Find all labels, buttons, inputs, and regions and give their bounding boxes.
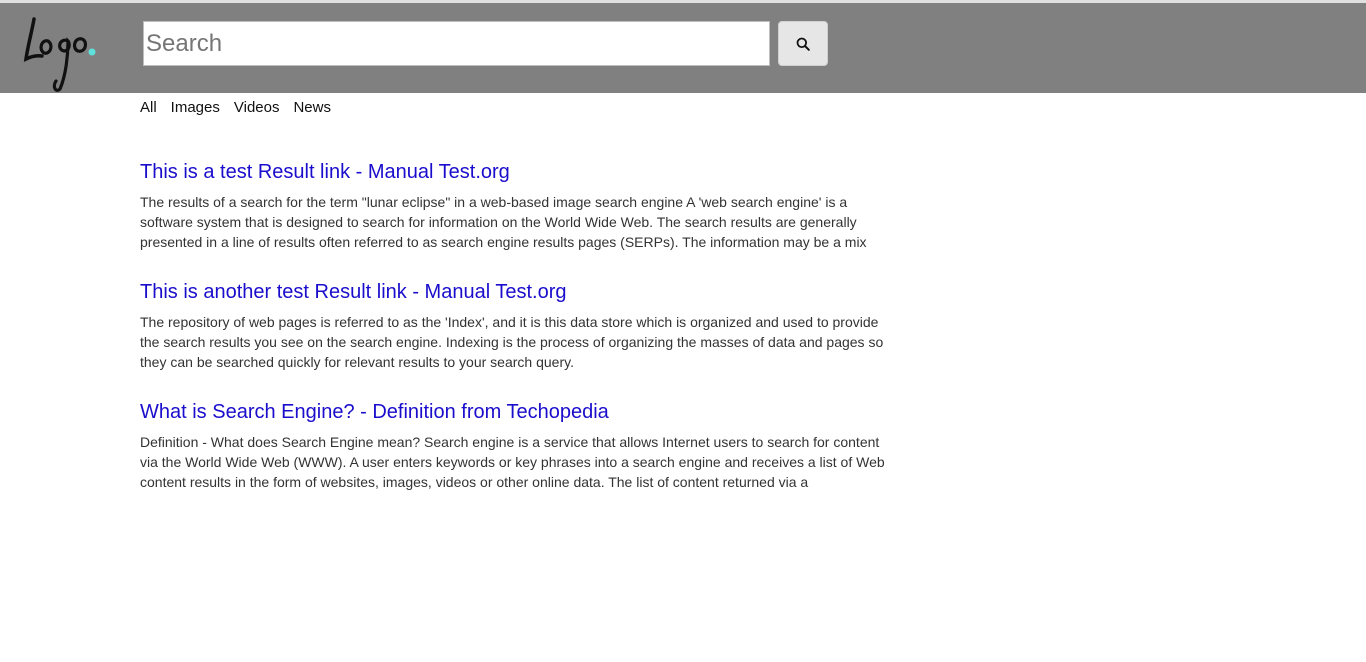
search-result: This is a test Result link - Manual Test… xyxy=(140,158,885,252)
tab-images[interactable]: Images xyxy=(171,99,220,116)
tab-all[interactable]: All xyxy=(140,99,157,116)
result-title-link[interactable]: What is Search Engine? - Definition from… xyxy=(140,398,885,426)
header-bar xyxy=(0,3,1366,93)
search-result: This is another test Result link - Manua… xyxy=(140,278,885,372)
result-title-link[interactable]: This is a test Result link - Manual Test… xyxy=(140,158,885,186)
result-snippet: The repository of web pages is referred … xyxy=(140,314,884,370)
search-button[interactable] xyxy=(778,21,828,66)
search-results: This is a test Result link - Manual Test… xyxy=(140,158,885,518)
logo-icon xyxy=(23,17,96,92)
result-snippet: The results of a search for the term "lu… xyxy=(140,194,867,250)
logo[interactable] xyxy=(22,15,102,95)
search-icon xyxy=(796,37,810,51)
logo-accent-dot xyxy=(88,48,96,56)
search-tabs: All Images Videos News xyxy=(140,99,331,116)
tab-videos[interactable]: Videos xyxy=(234,99,280,116)
result-snippet: Definition - What does Search Engine mea… xyxy=(140,434,885,490)
search-input[interactable] xyxy=(143,21,770,66)
search-result: What is Search Engine? - Definition from… xyxy=(140,398,885,492)
result-title-link[interactable]: This is another test Result link - Manua… xyxy=(140,278,885,306)
tab-news[interactable]: News xyxy=(293,99,331,116)
